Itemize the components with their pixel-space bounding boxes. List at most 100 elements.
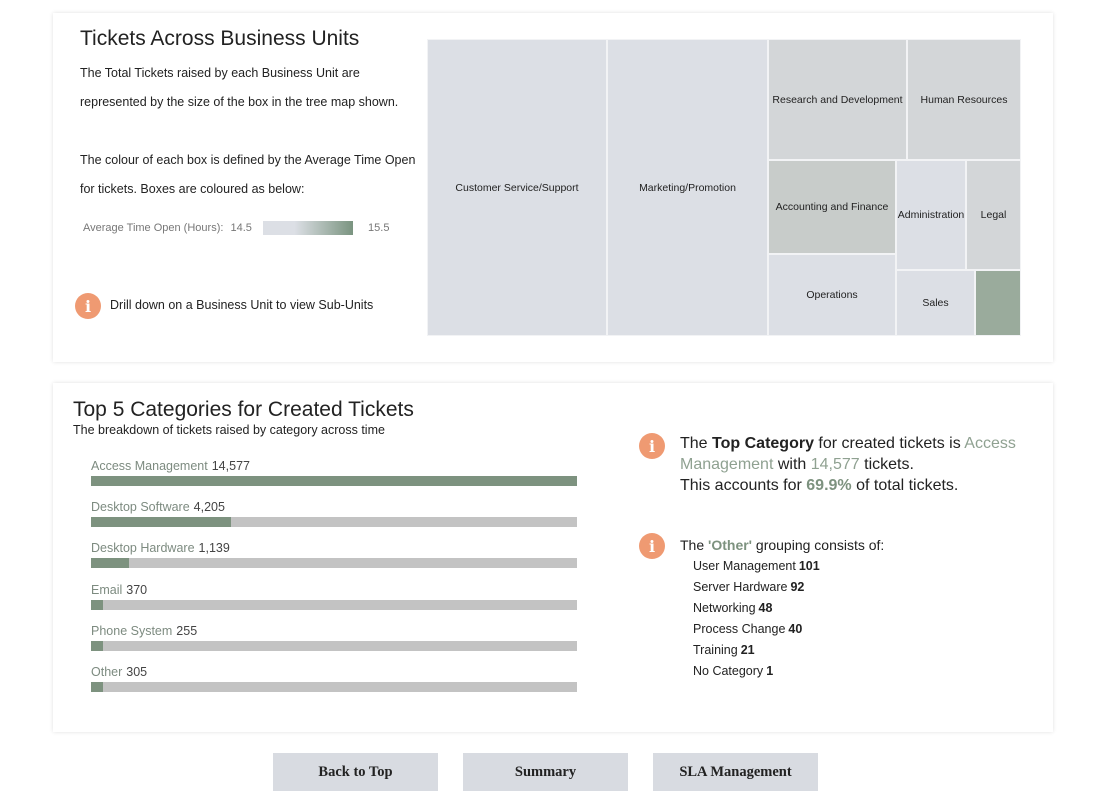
list-item: Server Hardware 92 — [693, 579, 820, 600]
top-categories-subtitle: The breakdown of tickets raised by categ… — [73, 423, 385, 437]
top-category-insight: The Top Category for created tickets is … — [680, 433, 1020, 496]
other-grouping-list: User Management 101 Server Hardware 92 Net… — [693, 558, 820, 684]
item-count: 48 — [758, 601, 773, 615]
treemap-label: Marketing/Promotion — [639, 181, 736, 194]
colour-legend: Average Time Open (Hours): 14.5 15.5 — [83, 221, 389, 235]
business-unit-treemap: Customer Service/Support Marketing/Promo… — [427, 39, 1021, 336]
bar-fill — [91, 476, 577, 486]
legend-max: 15.5 — [368, 222, 390, 234]
list-item: User Management 101 — [693, 558, 820, 579]
bar-track — [91, 641, 577, 651]
treemap-box-unlabeled[interactable] — [975, 270, 1021, 336]
item-count: 92 — [790, 580, 805, 594]
category-bar[interactable]: Desktop Hardware 1,139 — [91, 541, 577, 568]
item-name: Server Hardware — [693, 580, 788, 594]
legend-min: 14.5 — [230, 222, 252, 234]
insight-count: 14,577 — [810, 456, 860, 473]
item-name: No Category — [693, 664, 764, 678]
insight-text: for created tickets is — [818, 435, 961, 452]
treemap-label: Research and Development — [772, 93, 903, 106]
insight-text: of total tickets. — [856, 477, 959, 494]
bar-fill — [91, 600, 104, 610]
other-text: The — [680, 537, 705, 553]
treemap-box-research[interactable]: Research and Development — [768, 39, 907, 160]
category-bar[interactable]: Phone System 255 — [91, 624, 577, 651]
treemap-colour-description: The colour of each box is defined by the… — [80, 153, 416, 196]
treemap-box-administration[interactable]: Administration — [896, 160, 966, 270]
treemap-label: Sales — [922, 297, 949, 309]
info-icon: i — [639, 433, 665, 459]
bar-fill — [91, 641, 103, 651]
category-bar[interactable]: Access Management 14,577 — [91, 459, 577, 486]
category-value: 4,205 — [193, 500, 225, 514]
back-to-top-button[interactable]: Back to Top — [273, 753, 438, 791]
top-categories-title: Top 5 Categories for Created Tickets — [73, 398, 414, 421]
item-count: 101 — [798, 559, 820, 573]
business-units-title: Tickets Across Business Units — [80, 27, 360, 50]
item-count: 21 — [740, 643, 755, 657]
treemap-label: Customer Service/Support — [455, 181, 579, 194]
category-label: Desktop Software — [91, 500, 190, 514]
bar-track — [91, 476, 577, 486]
insight-top-category-label: Top Category — [712, 435, 814, 452]
insight-text: This accounts for — [680, 477, 802, 494]
treemap-box-legal[interactable]: Legal — [966, 160, 1021, 270]
insight-percent: 69.9% — [806, 477, 852, 494]
category-label: Phone System — [91, 624, 173, 638]
category-label: Email — [91, 583, 123, 597]
bar-fill — [91, 558, 129, 568]
treemap-box-sales[interactable]: Sales — [896, 270, 975, 336]
treemap-box-accounting[interactable]: Accounting and Finance — [768, 160, 896, 254]
treemap-size-description: The Total Tickets raised by each Busines… — [80, 66, 399, 109]
other-word: 'Other' — [708, 537, 753, 553]
insight-text: tickets. — [864, 456, 914, 473]
treemap-label: Operations — [806, 289, 858, 301]
list-item: Networking 48 — [693, 600, 820, 621]
list-item: Training 21 — [693, 642, 820, 663]
treemap-label: Administration — [897, 209, 965, 221]
treemap-label: Accounting and Finance — [775, 201, 889, 213]
category-value: 305 — [126, 665, 148, 679]
legend-label: Average Time Open (Hours): — [83, 222, 224, 234]
other-text: grouping consists of: — [755, 537, 885, 553]
item-name: Training — [693, 643, 738, 657]
item-count: 40 — [788, 622, 803, 636]
list-item: No Category 1 — [693, 663, 820, 684]
list-item: Process Change 40 — [693, 621, 820, 642]
item-count: 1 — [766, 664, 774, 678]
bar-track — [91, 682, 577, 692]
info-icon: i — [639, 533, 665, 559]
category-value: 1,139 — [198, 541, 230, 555]
category-value: 370 — [126, 583, 148, 597]
bar-fill — [91, 517, 232, 527]
treemap-box-marketing[interactable]: Marketing/Promotion — [607, 39, 768, 336]
category-label: Other — [91, 665, 123, 679]
category-label: Access Management — [91, 459, 208, 473]
category-bar[interactable]: Email 370 — [91, 583, 577, 610]
bar-track — [91, 558, 577, 568]
legend-gradient — [262, 221, 353, 235]
item-name: Networking — [693, 601, 756, 615]
drill-down-hint: Drill down on a Business Unit to view Su… — [110, 298, 374, 312]
category-label: Desktop Hardware — [91, 541, 195, 555]
summary-button[interactable]: Summary — [463, 753, 628, 791]
item-name: Process Change — [693, 622, 786, 636]
bar-track — [91, 600, 577, 610]
category-value: 255 — [176, 624, 198, 638]
treemap-label: Human Resources — [920, 93, 1008, 106]
top-categories-card: Top 5 Categories for Created Tickets The… — [53, 383, 1053, 732]
info-icon: i — [75, 293, 101, 319]
bar-track — [91, 517, 577, 527]
insight-text: with — [777, 456, 807, 473]
treemap-label: Legal — [980, 209, 1007, 221]
sla-management-button[interactable]: SLA Management — [653, 753, 818, 791]
insight-text: The — [680, 435, 708, 452]
treemap-box-customer-service[interactable]: Customer Service/Support — [427, 39, 607, 336]
business-units-card: Tickets Across Business Units The Total … — [53, 13, 1053, 362]
treemap-box-human-resources[interactable]: Human Resources — [907, 39, 1021, 160]
category-bar[interactable]: Other 305 — [91, 665, 577, 692]
other-grouping-heading: The 'Other' grouping consists of: — [680, 537, 884, 553]
bar-fill — [91, 682, 103, 692]
treemap-box-operations[interactable]: Operations — [768, 254, 896, 336]
category-bar[interactable]: Desktop Software 4,205 — [91, 500, 577, 527]
